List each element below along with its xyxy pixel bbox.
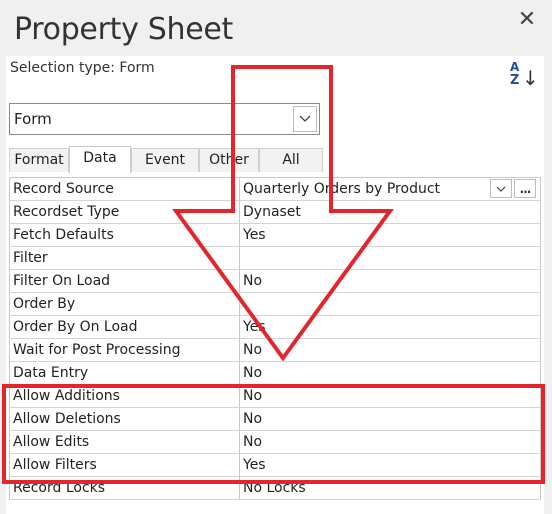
property-value[interactable]: Yes <box>240 224 541 246</box>
property-name: Record Source <box>9 178 240 200</box>
property-row[interactable]: Filter <box>9 247 541 270</box>
object-selector-combo[interactable]: Form <box>9 103 320 135</box>
builder-button[interactable]: ... <box>514 179 536 198</box>
property-row[interactable]: Recordset Type Dynaset <box>9 201 541 224</box>
property-row[interactable]: Allow Edits No <box>9 431 541 454</box>
property-grid: Record Source Quarterly Orders by Produc… <box>9 177 541 500</box>
property-row[interactable]: Record Locks No Locks <box>9 477 541 500</box>
property-value[interactable]: No Locks <box>240 477 541 499</box>
property-name: Recordset Type <box>9 201 240 223</box>
selection-type-label: Selection type: <box>10 60 115 76</box>
object-selector-value: Form <box>14 110 52 128</box>
property-row[interactable]: Allow Additions No <box>9 385 541 408</box>
property-row[interactable]: Filter On Load No <box>9 270 541 293</box>
property-row[interactable]: Fetch Defaults Yes <box>9 224 541 247</box>
property-row[interactable]: Order By <box>9 293 541 316</box>
property-name: Allow Edits <box>9 431 240 453</box>
selection-type-value: Form <box>119 60 155 76</box>
property-value[interactable]: No <box>240 408 541 430</box>
property-value[interactable]: Quarterly Orders by Product ... <box>240 178 541 200</box>
property-row[interactable]: Wait for Post Processing No <box>9 339 541 362</box>
property-value[interactable]: No <box>240 431 541 453</box>
property-value[interactable] <box>240 247 541 269</box>
property-row[interactable]: Allow Filters Yes <box>9 454 541 477</box>
property-name: Order By <box>9 293 240 315</box>
tab-event[interactable]: Event <box>131 148 199 172</box>
chevron-down-icon[interactable] <box>293 106 317 132</box>
tab-format[interactable]: Format <box>9 148 69 172</box>
property-name: Wait for Post Processing <box>9 339 240 361</box>
property-row[interactable]: Allow Deletions No <box>9 408 541 431</box>
property-sheet-panel: Selection type: Form A Z ↓ Form Format Dat… <box>6 56 544 514</box>
tab-data[interactable]: Data <box>69 146 131 173</box>
close-icon[interactable]: ✕ <box>514 6 540 32</box>
property-value[interactable]: Dynaset <box>240 201 541 223</box>
property-name: Allow Filters <box>9 454 240 476</box>
property-row[interactable]: Data Entry No <box>9 362 541 385</box>
property-value[interactable]: No <box>240 362 541 384</box>
property-name: Fetch Defaults <box>9 224 240 246</box>
property-name: Order By On Load <box>9 316 240 338</box>
property-name: Filter On Load <box>9 270 240 292</box>
property-name: Record Locks <box>9 477 240 499</box>
sort-az-icon[interactable]: A Z ↓ <box>510 60 539 90</box>
property-value[interactable]: No <box>240 385 541 407</box>
property-row[interactable]: Record Source Quarterly Orders by Produc… <box>9 178 541 201</box>
property-name: Data Entry <box>9 362 240 384</box>
chevron-down-icon[interactable] <box>490 179 512 198</box>
property-value-text: Quarterly Orders by Product <box>243 181 441 197</box>
property-value[interactable]: No <box>240 339 541 361</box>
selection-type: Selection type: Form <box>10 60 155 76</box>
property-value[interactable]: No <box>240 270 541 292</box>
tab-other[interactable]: Other <box>199 148 259 172</box>
property-name: Filter <box>9 247 240 269</box>
property-name: Allow Deletions <box>9 408 240 430</box>
property-value[interactable] <box>240 293 541 315</box>
window-title: Property Sheet <box>14 12 234 47</box>
tab-all[interactable]: All <box>259 148 323 172</box>
property-name: Allow Additions <box>9 385 240 407</box>
property-value[interactable]: Yes <box>240 316 541 338</box>
property-row[interactable]: Order By On Load Yes <box>9 316 541 339</box>
property-value[interactable]: Yes <box>240 454 541 476</box>
